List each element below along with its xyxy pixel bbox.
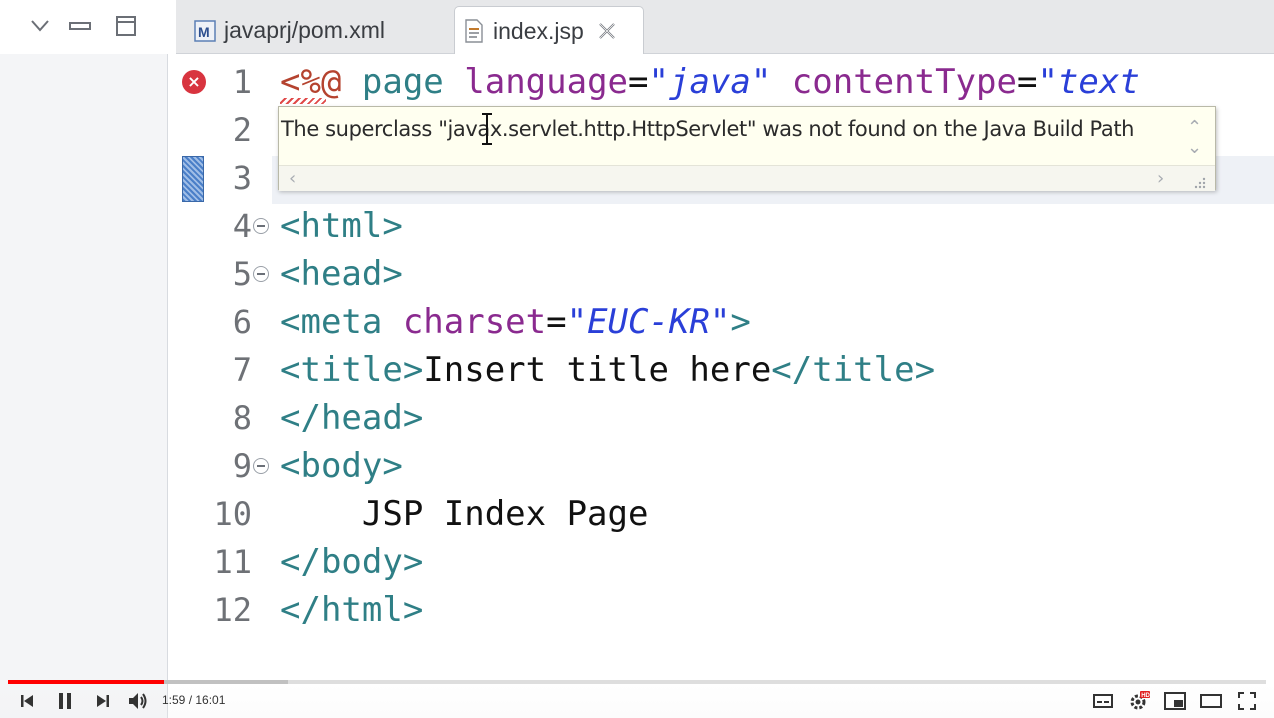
- editor-tab-bar: M javaprj/pom.xml index.jsp: [176, 0, 1274, 55]
- video-controls: 1:59 / 16:01 HD: [0, 684, 1274, 718]
- code-line-10[interactable]: JSP Index Page: [280, 490, 649, 538]
- scroll-down-icon[interactable]: ⌄: [1187, 137, 1202, 158]
- fold-toggle-icon[interactable]: [253, 458, 269, 474]
- miniplayer-icon[interactable]: [1164, 690, 1186, 712]
- close-icon[interactable]: [596, 20, 618, 42]
- line-number: 10: [213, 495, 252, 533]
- equals: =: [546, 302, 567, 342]
- line-number: 11: [213, 543, 252, 581]
- tag: <head>: [280, 254, 403, 294]
- code-line-1[interactable]: <%@ page language="java" contentType="te…: [280, 58, 1140, 106]
- line-number: 12: [213, 591, 252, 629]
- view-menu-icon[interactable]: [28, 14, 52, 38]
- line-number: 2: [232, 111, 252, 149]
- fold-toggle-icon[interactable]: [253, 218, 269, 234]
- tag: </title>: [771, 350, 936, 390]
- body-text: JSP Index Page: [280, 494, 649, 534]
- code-line-4[interactable]: <html>: [280, 202, 403, 250]
- scroll-left-icon[interactable]: ‹: [289, 168, 296, 189]
- tag: <html>: [280, 206, 403, 246]
- left-view-pane: [0, 0, 168, 718]
- tab-label: javaprj/pom.xml: [224, 16, 386, 43]
- line-number: 4: [232, 207, 252, 245]
- maximize-icon[interactable]: [114, 14, 138, 38]
- equals: =: [628, 62, 649, 102]
- hover-message: The superclass "javax.servlet.http.HttpS…: [281, 117, 1135, 141]
- attr-name: contentType: [771, 62, 1017, 102]
- time-display: 1:59 / 16:01: [162, 693, 226, 707]
- attr-name: charset: [402, 302, 547, 342]
- attr-name: language: [464, 62, 629, 102]
- line-number: 9: [232, 447, 252, 485]
- maven-pom-icon: M: [194, 20, 216, 42]
- tab-pom-xml[interactable]: M javaprj/pom.xml: [188, 6, 450, 54]
- tab-label: index.jsp: [493, 17, 584, 44]
- jsp-file-icon: [465, 19, 483, 43]
- attr-value: "EUC-KR": [566, 302, 731, 342]
- line-number: 5: [232, 255, 252, 293]
- line-number: 6: [232, 303, 252, 341]
- subtitles-icon[interactable]: [1092, 690, 1114, 712]
- scroll-up-icon[interactable]: ⌃: [1187, 117, 1202, 138]
- fullscreen-icon[interactable]: [1236, 690, 1258, 712]
- code-line-11[interactable]: </body>: [280, 538, 423, 586]
- volume-icon[interactable]: [127, 690, 149, 712]
- tag: </html>: [280, 590, 424, 630]
- tag: <title>: [280, 350, 424, 390]
- line-number: 8: [232, 399, 252, 437]
- tag: </body>: [280, 542, 424, 582]
- settings-icon[interactable]: HD: [1128, 690, 1150, 712]
- hover-horizontal-scrollbar[interactable]: ‹ ›: [279, 165, 1215, 191]
- line-number-ruler: × 1 2 3 4 5 6 7 8 9 10 11 12: [176, 54, 272, 674]
- code-line-7[interactable]: <title>Insert title here</title>: [280, 346, 935, 394]
- pause-icon[interactable]: [54, 690, 76, 712]
- previous-icon[interactable]: [16, 690, 38, 712]
- jsp-directive-open: <%@: [280, 62, 362, 102]
- code-line-9[interactable]: <body>: [280, 442, 403, 490]
- tag: </head>: [280, 398, 424, 438]
- attr-value: "text: [1037, 62, 1140, 102]
- next-icon[interactable]: [92, 690, 114, 712]
- tab-index-jsp[interactable]: index.jsp: [454, 6, 644, 55]
- fold-toggle-icon[interactable]: [253, 266, 269, 282]
- text-cursor-icon: [482, 113, 492, 145]
- code-line-8[interactable]: </head>: [280, 394, 423, 442]
- directive-name: page: [361, 62, 465, 102]
- title-text: Insert title here: [423, 350, 772, 390]
- minimize-icon[interactable]: [68, 14, 92, 38]
- svg-text:HD: HD: [1141, 693, 1150, 699]
- line-number: 3: [232, 159, 252, 197]
- resize-grip-icon[interactable]: [1193, 176, 1207, 190]
- line-number: 1: [232, 63, 252, 101]
- tag: <meta: [280, 302, 403, 342]
- svg-text:M: M: [198, 24, 210, 40]
- code-line-6[interactable]: <meta charset="EUC-KR">: [280, 298, 751, 346]
- scroll-right-icon[interactable]: ›: [1157, 168, 1164, 189]
- line-number: 7: [232, 351, 252, 389]
- code-line-5[interactable]: <head>: [280, 250, 403, 298]
- problem-hover-tooltip[interactable]: The superclass "javax.servlet.http.HttpS…: [278, 106, 1216, 191]
- attr-value: "java": [648, 62, 772, 102]
- tag: <body>: [280, 446, 403, 486]
- tag-close: >: [730, 302, 751, 342]
- equals: =: [1016, 62, 1038, 102]
- code-line-12[interactable]: </html>: [280, 586, 423, 634]
- theater-mode-icon[interactable]: [1200, 690, 1222, 712]
